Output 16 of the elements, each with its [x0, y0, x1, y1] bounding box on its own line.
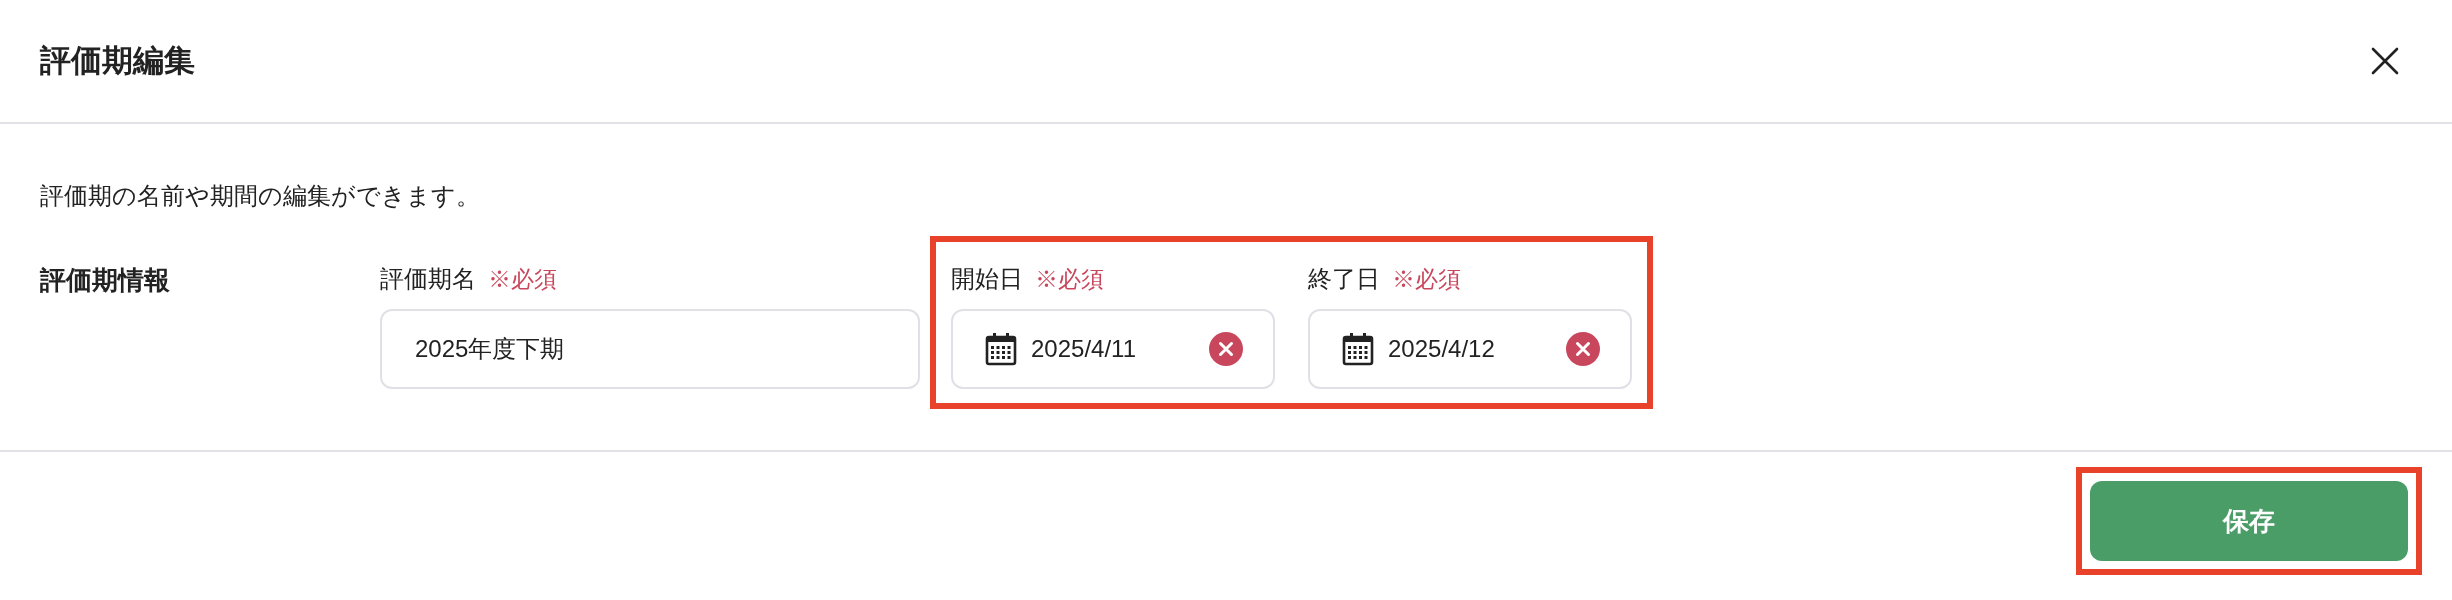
dialog-title: 評価期編集	[40, 41, 195, 80]
required-mark: ※必須	[1392, 265, 1461, 294]
field-label: 終了日	[1308, 264, 1380, 294]
required-mark: ※必須	[1035, 265, 1104, 294]
field-label: 評価期名	[380, 264, 476, 294]
calendar-icon	[985, 332, 1017, 366]
clear-icon[interactable]	[1566, 332, 1600, 366]
input-field[interactable]: 2025年度下期	[380, 309, 920, 389]
date-field[interactable]: 2025/4/11	[951, 309, 1275, 389]
field-label: 開始日	[951, 264, 1023, 294]
date-field[interactable]: 2025/4/12	[1308, 309, 1632, 389]
required-mark: ※必須	[488, 265, 557, 294]
clear-icon[interactable]	[1209, 332, 1243, 366]
section-label: 評価期情報	[40, 264, 171, 296]
calendar-icon	[1342, 332, 1374, 366]
description-text: 評価期の名前や期間の編集ができます。	[40, 181, 481, 211]
